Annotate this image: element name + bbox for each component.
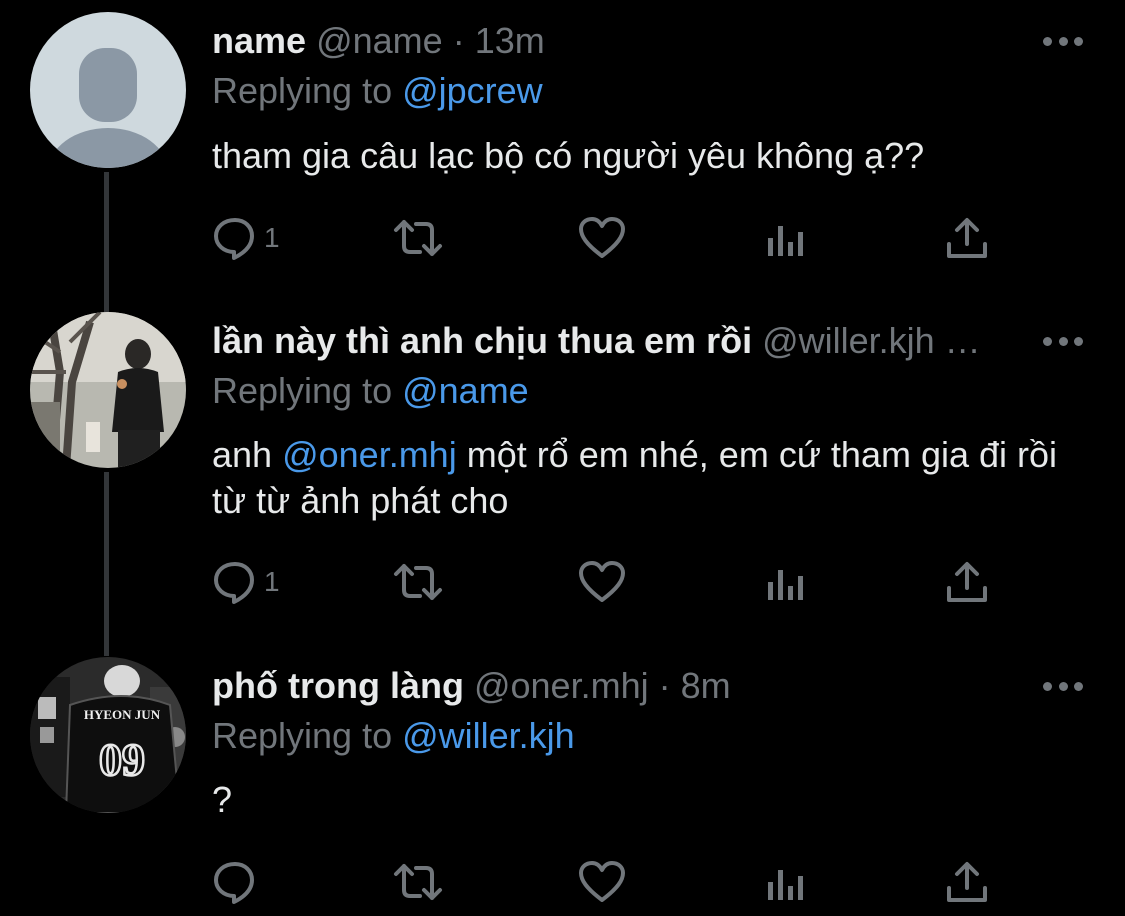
avatar[interactable]: HYEON JUN 09 (30, 657, 186, 813)
jersey-number: 09 (99, 734, 145, 785)
tweet[interactable]: lần này thì anh chịu thua em rồi @willer… (0, 300, 1125, 645)
views-button[interactable] (764, 858, 808, 906)
reply-icon (214, 862, 254, 904)
tweet[interactable]: name @name · 13m Replying to @jpcrew tha… (0, 0, 1125, 300)
like-button[interactable] (578, 858, 626, 906)
like-button[interactable] (578, 558, 626, 606)
tweet[interactable]: HYEON JUN 09 phố trong làng @oner.mhj · … (0, 645, 1125, 916)
handle[interactable]: @name (316, 20, 443, 61)
analytics-icon (768, 570, 803, 600)
reply-button[interactable]: 1 (212, 558, 280, 606)
handle[interactable]: @willer.kjh … (762, 320, 981, 361)
views-button[interactable] (764, 214, 808, 262)
views-button[interactable] (764, 558, 808, 606)
replying-mention[interactable]: @name (402, 370, 529, 411)
reply-button[interactable]: 1 (212, 214, 280, 262)
share-button[interactable] (944, 558, 990, 606)
replying-to: Replying to @name (212, 370, 529, 412)
retweet-button[interactable] (390, 558, 446, 606)
action-bar (212, 858, 1012, 906)
photo-jersey: HYEON JUN 09 (30, 657, 186, 813)
heart-icon (579, 217, 625, 258)
tweet-text: anh @oner.mhj một rổ em nhé, em cứ tham … (212, 432, 1082, 524)
like-button[interactable] (578, 214, 626, 262)
tweet-text: ? (212, 779, 233, 820)
separator: · (452, 20, 465, 61)
tweet-header: phố trong làng @oner.mhj · 8m (212, 665, 1032, 707)
replying-label: Replying to (212, 715, 403, 756)
tweet-mention[interactable]: @oner.mhj (282, 434, 457, 475)
retweet-button[interactable] (390, 214, 446, 262)
retweet-icon (394, 864, 442, 900)
separator: · (658, 665, 671, 706)
reply-count: 1 (264, 566, 280, 597)
retweet-button[interactable] (390, 858, 446, 906)
display-name[interactable]: phố trong làng (212, 665, 464, 706)
replying-label: Replying to (212, 370, 403, 411)
default-profile-icon (30, 12, 186, 168)
heart-icon (579, 561, 625, 602)
replying-mention[interactable]: @willer.kjh (402, 715, 575, 756)
timestamp[interactable]: 8m (681, 665, 731, 706)
share-icon (947, 862, 987, 902)
display-name[interactable]: name (212, 20, 306, 61)
share-button[interactable] (944, 214, 990, 262)
share-icon (947, 562, 987, 602)
display-name[interactable]: lần này thì anh chịu thua em rồi (212, 320, 752, 361)
handle[interactable]: @oner.mhj (474, 665, 649, 706)
more-options-icon[interactable] (1043, 334, 1083, 348)
more-options-icon[interactable] (1043, 34, 1083, 48)
reply-icon (214, 218, 254, 260)
reply-button[interactable] (212, 858, 264, 906)
reply-icon (214, 562, 254, 604)
analytics-icon (768, 870, 803, 900)
tweet-text-part: anh (212, 434, 283, 475)
photo-man-by-tree (30, 312, 186, 468)
tweet-header: name @name · 13m (212, 20, 1032, 62)
action-bar: 1 (212, 214, 1012, 262)
reply-count: 1 (264, 222, 280, 253)
action-bar: 1 (212, 558, 1012, 606)
retweet-icon (394, 220, 442, 256)
jersey-name: HYEON JUN (84, 707, 161, 722)
replying-to: Replying to @jpcrew (212, 70, 543, 112)
analytics-icon (768, 226, 803, 256)
tweet-header: lần này thì anh chịu thua em rồi @willer… (212, 320, 1032, 362)
timestamp[interactable]: 13m (475, 20, 545, 61)
retweet-icon (394, 564, 442, 600)
avatar[interactable] (30, 312, 186, 468)
heart-icon (579, 861, 625, 902)
replying-mention[interactable]: @jpcrew (402, 70, 543, 111)
more-options-icon[interactable] (1043, 679, 1083, 693)
tweet-text: tham gia câu lạc bộ có người yêu không ạ… (212, 135, 925, 176)
share-icon (947, 218, 987, 258)
avatar[interactable] (30, 12, 186, 168)
share-button[interactable] (944, 858, 990, 906)
replying-to: Replying to @willer.kjh (212, 715, 575, 757)
replying-label: Replying to (212, 70, 403, 111)
